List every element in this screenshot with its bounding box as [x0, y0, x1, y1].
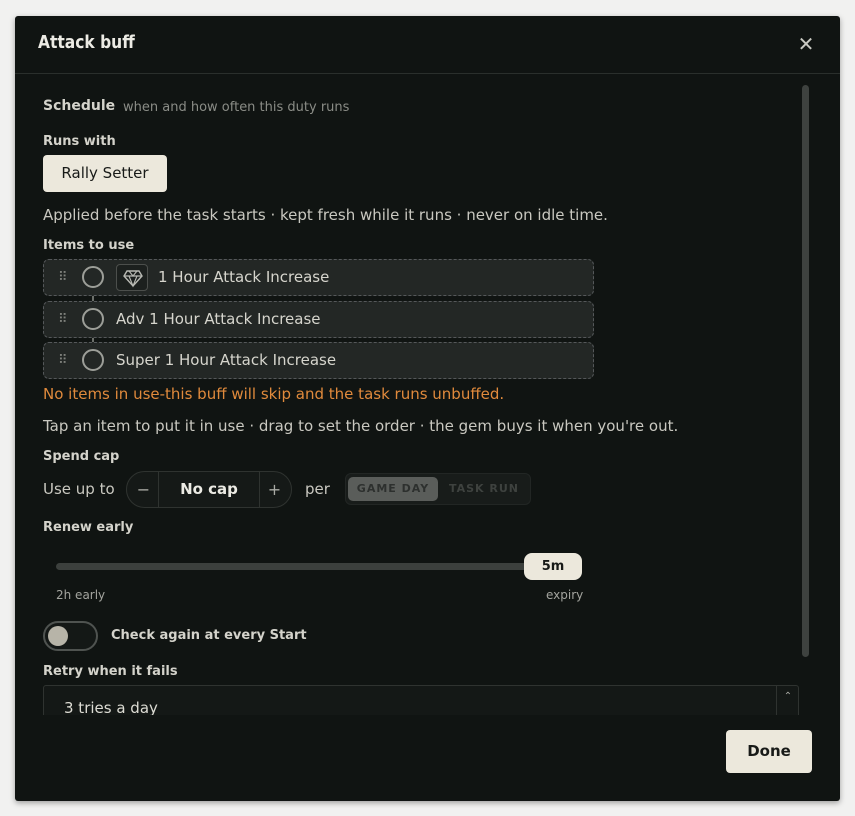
runs-with-heading: Runs with	[43, 134, 116, 149]
retry-spinner[interactable]: ⌃ ⌄	[776, 686, 798, 715]
chevron-up-icon[interactable]: ⌃	[777, 686, 799, 708]
schedule-hint: when and how often this duty runs	[123, 100, 350, 115]
drag-handle-icon[interactable]: ⠿	[58, 353, 68, 369]
scrollbar[interactable]	[802, 85, 809, 657]
game-day-option[interactable]: GAME DAY	[348, 477, 438, 501]
schedule-heading: Schedule	[43, 98, 116, 114]
slider-min-label: 2h early	[56, 588, 106, 602]
retry-heading: Retry when it fails	[43, 664, 178, 679]
toggle-knob	[48, 626, 68, 646]
items-help-text: Tap an item to put it in use · drag to s…	[43, 417, 679, 435]
item-radio[interactable]	[82, 349, 104, 371]
no-items-warning: No items in use-this buff will skip and …	[43, 385, 505, 403]
gem-icon[interactable]	[116, 264, 148, 291]
item-radio[interactable]	[82, 308, 104, 330]
chevron-down-icon[interactable]: ⌄	[777, 708, 799, 715]
spend-cap-prefix: Use up to	[43, 480, 115, 498]
item-row[interactable]: ⠿ 1 Hour Attack Increase	[43, 259, 594, 296]
retry-value: 3 tries a day	[64, 699, 158, 715]
item-label: 1 Hour Attack Increase	[158, 268, 330, 286]
close-icon[interactable]: ✕	[794, 32, 818, 56]
check-again-label: Check again at every Start	[111, 628, 307, 643]
rally-setter-button[interactable]: Rally Setter	[43, 155, 167, 192]
item-row[interactable]: ⠿ Super 1 Hour Attack Increase	[43, 342, 594, 379]
retry-select[interactable]: 3 tries a day ⌃ ⌄	[43, 685, 799, 715]
drag-handle-icon[interactable]: ⠿	[58, 270, 68, 286]
spend-cap-stepper[interactable]: − No cap +	[126, 471, 292, 508]
drag-handle-icon[interactable]: ⠿	[58, 312, 68, 328]
per-label: per	[305, 480, 330, 498]
increment-button[interactable]: +	[259, 472, 289, 507]
scrollbar-thumb[interactable]	[802, 85, 809, 657]
check-again-toggle[interactable]	[43, 621, 98, 651]
dialog-body[interactable]: Schedule when and how often this duty ru…	[15, 75, 840, 715]
renew-early-heading: Renew early	[43, 520, 134, 535]
items-heading: Items to use	[43, 238, 135, 253]
spend-cap-value: No cap	[180, 480, 238, 498]
renew-early-slider-track[interactable]	[56, 563, 582, 570]
done-button[interactable]: Done	[726, 730, 812, 773]
task-run-option[interactable]: TASK RUN	[440, 477, 528, 501]
spend-cap-period-toggle[interactable]: GAME DAY TASK RUN	[345, 473, 531, 505]
spend-cap-heading: Spend cap	[43, 449, 120, 464]
decrement-button[interactable]: −	[129, 472, 159, 507]
item-label: Adv 1 Hour Attack Increase	[116, 310, 321, 328]
dialog-header: Attack buff ✕	[15, 16, 840, 74]
item-radio[interactable]	[82, 266, 104, 288]
runs-with-description: Applied before the task starts · kept fr…	[43, 206, 608, 224]
dialog-title: Attack buff	[38, 32, 135, 53]
renew-early-slider-thumb[interactable]: 5m	[524, 553, 582, 580]
attack-buff-dialog: Attack buff ✕ Schedule when and how ofte…	[15, 16, 840, 801]
item-row[interactable]: ⠿ Adv 1 Hour Attack Increase	[43, 301, 594, 338]
slider-max-label: expiry	[546, 588, 584, 602]
item-label: Super 1 Hour Attack Increase	[116, 351, 337, 369]
